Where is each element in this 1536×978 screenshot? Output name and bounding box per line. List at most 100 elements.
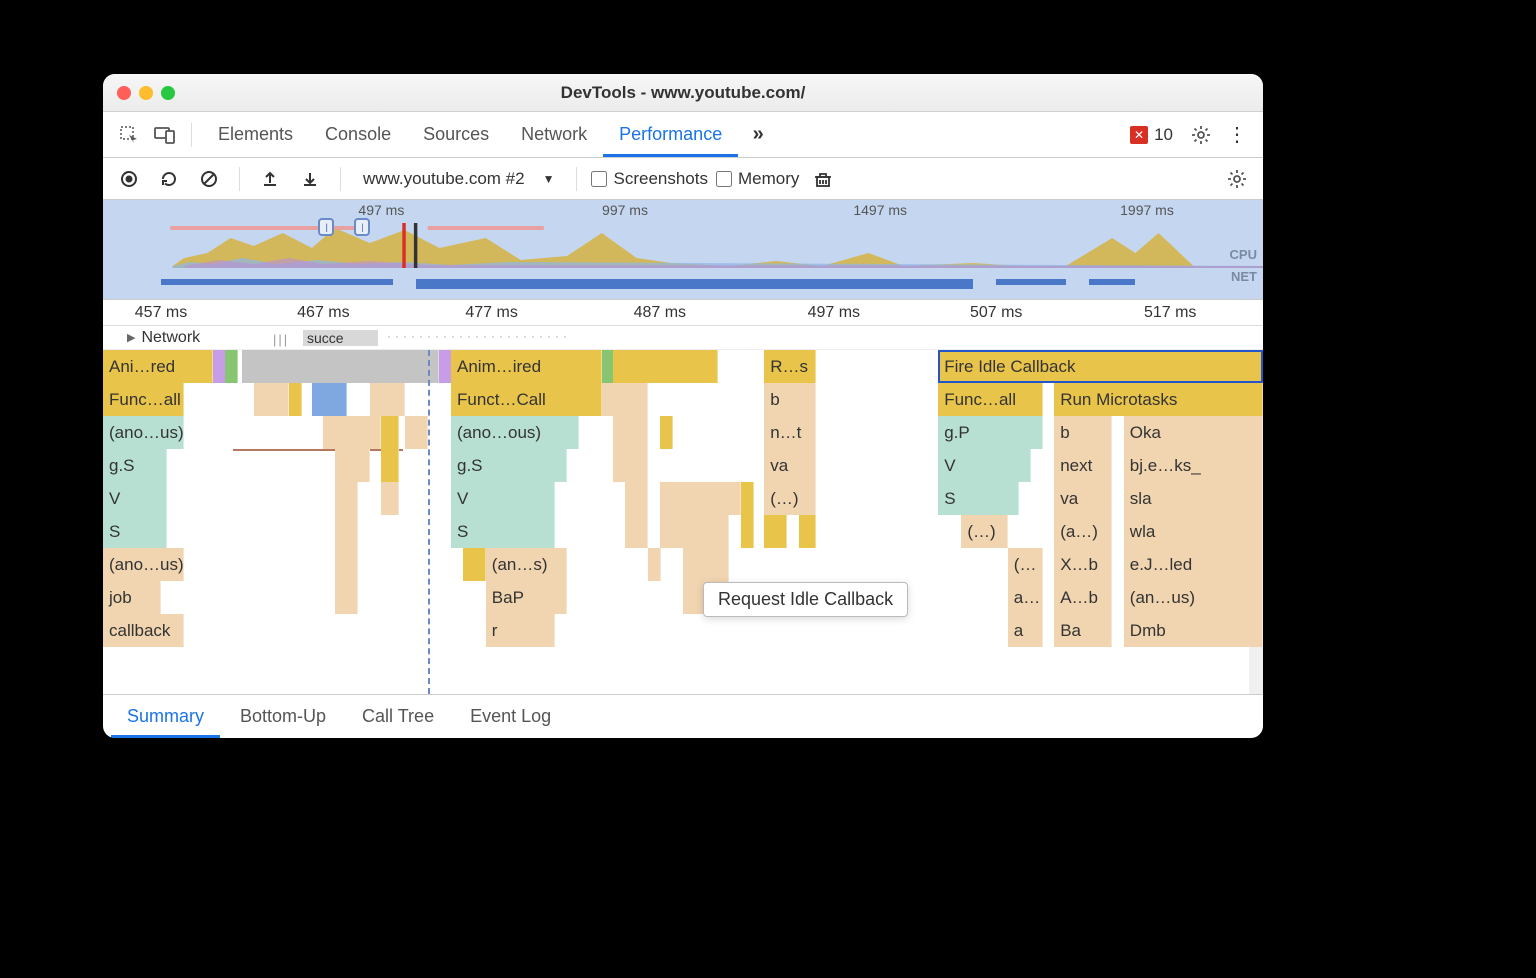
flame-block[interactable]: Anim…ired (451, 350, 602, 383)
flame-block[interactable]: Func…all (938, 383, 1042, 416)
flame-block[interactable]: Ani…red (103, 350, 213, 383)
flame-block[interactable]: next (1054, 449, 1112, 482)
flame-block[interactable] (660, 515, 730, 548)
flame-block[interactable]: Fire Idle Callback (938, 350, 1263, 383)
time-ruler[interactable]: 457 ms467 ms477 ms487 ms497 ms507 ms517 … (103, 300, 1263, 326)
upload-profile-button[interactable] (254, 163, 286, 195)
flame-block[interactable]: Ba (1054, 614, 1112, 647)
tab-performance[interactable]: Performance (603, 114, 738, 157)
flame-block[interactable]: bj.e…ks_ (1124, 449, 1263, 482)
screenshots-checkbox[interactable]: Screenshots (591, 169, 708, 189)
flame-block[interactable]: S (451, 515, 555, 548)
flame-block[interactable] (463, 548, 486, 581)
flame-block[interactable] (741, 482, 754, 515)
flame-block[interactable]: e.J…led (1124, 548, 1263, 581)
flame-block[interactable]: S (938, 482, 1019, 515)
flame-block[interactable] (335, 449, 370, 482)
flame-block[interactable]: va (764, 449, 816, 482)
overview-panel[interactable]: 497 ms997 ms1497 ms1997 ms249 CPU NET ||… (103, 200, 1263, 300)
tab-network[interactable]: Network (505, 114, 603, 156)
close-window-button[interactable] (117, 86, 131, 100)
flame-block[interactable] (381, 449, 398, 482)
flame-block[interactable] (741, 515, 754, 548)
flame-block[interactable]: Oka (1124, 416, 1263, 449)
flame-block[interactable]: va (1054, 482, 1112, 515)
flame-block[interactable]: g.P (938, 416, 1042, 449)
download-profile-button[interactable] (294, 163, 326, 195)
tab-elements[interactable]: Elements (202, 114, 309, 156)
memory-checkbox[interactable]: Memory (716, 169, 799, 189)
flame-block[interactable] (335, 482, 358, 515)
flame-block[interactable]: callback (103, 614, 184, 647)
flame-block[interactable] (613, 449, 648, 482)
recording-select[interactable]: www.youtube.com #2 ▼ (355, 169, 562, 189)
flame-block[interactable]: V (938, 449, 1031, 482)
flame-block[interactable]: job (103, 581, 161, 614)
flame-block[interactable]: X…b (1054, 548, 1112, 581)
flame-block[interactable] (602, 383, 648, 416)
flame-block[interactable]: Funct…Call (451, 383, 602, 416)
flame-block[interactable]: V (103, 482, 167, 515)
flame-block[interactable]: A…b (1054, 581, 1112, 614)
flame-block[interactable]: (ano…us) (103, 416, 184, 449)
flame-block[interactable] (335, 581, 358, 614)
clear-button[interactable] (193, 163, 225, 195)
flame-block[interactable] (660, 416, 673, 449)
kebab-menu-icon[interactable]: ⋮ (1221, 119, 1253, 151)
flame-block[interactable] (335, 515, 358, 548)
flame-chart[interactable]: Request Idle Callback Ani…redAnim…iredR…… (103, 350, 1263, 694)
flame-block[interactable]: sla (1124, 482, 1263, 515)
flame-block[interactable] (323, 416, 381, 449)
device-toggle-icon[interactable] (149, 119, 181, 151)
detail-tab-event-log[interactable]: Event Log (454, 696, 567, 737)
capture-settings-icon[interactable] (1221, 163, 1253, 195)
flame-block[interactable] (312, 383, 347, 416)
flame-block[interactable]: (an…s) (486, 548, 567, 581)
flame-block[interactable]: (…) (764, 482, 816, 515)
flame-block[interactable]: Run Microtasks (1054, 383, 1263, 416)
flame-block[interactable]: (ano…us) (103, 548, 184, 581)
flame-block[interactable]: g.S (451, 449, 567, 482)
flame-block[interactable]: (… (1008, 548, 1043, 581)
flame-block[interactable]: g.S (103, 449, 167, 482)
flame-block[interactable] (613, 416, 648, 449)
flame-block[interactable] (225, 350, 238, 383)
flame-block[interactable] (289, 383, 302, 416)
flame-block[interactable] (405, 416, 428, 449)
record-button[interactable] (113, 163, 145, 195)
error-count-badge[interactable]: ✕ 10 (1122, 123, 1181, 147)
flame-block[interactable]: n…t (764, 416, 816, 449)
flame-block[interactable] (683, 548, 729, 581)
flame-block[interactable] (764, 515, 787, 548)
flame-block[interactable]: BaP (486, 581, 567, 614)
flame-block[interactable]: V (451, 482, 555, 515)
flame-block[interactable]: b (1054, 416, 1112, 449)
flame-block[interactable] (370, 383, 405, 416)
range-handle-right[interactable]: || (354, 218, 370, 236)
inspect-icon[interactable] (113, 119, 145, 151)
network-track[interactable]: ▶ Network succe ||| (103, 326, 1263, 350)
flame-block[interactable] (625, 515, 648, 548)
flame-block[interactable] (381, 416, 398, 449)
settings-icon[interactable] (1185, 119, 1217, 151)
flame-block[interactable] (799, 515, 816, 548)
fullscreen-window-button[interactable] (161, 86, 175, 100)
flame-block[interactable] (242, 350, 439, 383)
flame-block[interactable] (625, 482, 648, 515)
detail-tab-summary[interactable]: Summary (111, 696, 220, 738)
flame-block[interactable] (648, 548, 661, 581)
flame-block[interactable]: Dmb (1124, 614, 1263, 647)
flame-block[interactable]: b (764, 383, 816, 416)
flame-block[interactable]: (ano…ous) (451, 416, 579, 449)
flame-block[interactable]: R…s (764, 350, 816, 383)
more-tabs-button[interactable]: » (742, 119, 774, 151)
collect-garbage-button[interactable] (807, 163, 839, 195)
flame-block[interactable] (381, 482, 398, 515)
flame-block[interactable]: a… (1008, 581, 1043, 614)
flame-block[interactable]: (an…us) (1124, 581, 1263, 614)
flame-block[interactable]: a (1008, 614, 1043, 647)
reload-record-button[interactable] (153, 163, 185, 195)
detail-tab-call-tree[interactable]: Call Tree (346, 696, 450, 737)
flame-block[interactable] (254, 383, 289, 416)
tab-sources[interactable]: Sources (407, 114, 505, 156)
